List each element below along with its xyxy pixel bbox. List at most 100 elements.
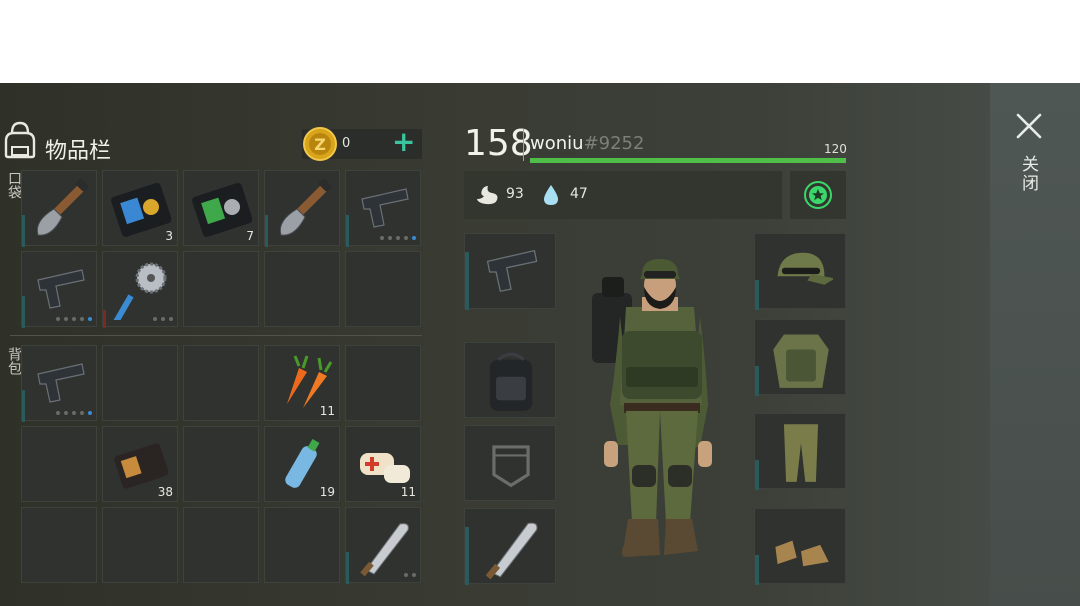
slot-durability-bar xyxy=(265,215,268,247)
machete-icon xyxy=(360,523,409,576)
equip-slot-camo-pants[interactable] xyxy=(754,413,846,490)
slot-durability-bar xyxy=(465,527,469,585)
slot-durability-bar xyxy=(755,460,759,490)
equip-slot-machete[interactable] xyxy=(464,508,556,585)
close-button[interactable] xyxy=(1014,111,1044,141)
ammo-dots xyxy=(56,317,92,321)
pocket-slot[interactable]: 3 xyxy=(102,170,178,246)
backpack-slot[interactable] xyxy=(102,507,178,583)
pocket-slot[interactable] xyxy=(264,170,340,247)
close-label[interactable]: 关闭 xyxy=(1016,155,1041,193)
backpack-slot[interactable] xyxy=(183,507,259,583)
slot-count: 7 xyxy=(246,229,254,243)
backpack-icon xyxy=(4,121,36,159)
svg-text:Z: Z xyxy=(314,135,326,154)
pocket-slot[interactable]: 7 xyxy=(183,170,259,246)
shovel-icon xyxy=(279,179,332,236)
backpack-slot[interactable] xyxy=(21,426,97,502)
pistol-icon xyxy=(37,269,85,309)
slot-count: 3 xyxy=(165,229,173,243)
player-name-line: woniu#9252 xyxy=(530,133,644,154)
backpack-slot[interactable] xyxy=(21,345,97,422)
backpack-slot[interactable]: 11 xyxy=(264,345,340,421)
camo-pants-icon xyxy=(783,424,819,482)
status-panel[interactable] xyxy=(790,171,846,219)
backpack-slot[interactable] xyxy=(183,426,259,502)
backpack-slot[interactable] xyxy=(183,345,259,421)
equip-slot-pocket-empty[interactable] xyxy=(464,425,556,501)
pistol-icon xyxy=(361,188,409,228)
backpack-slot[interactable] xyxy=(345,507,421,584)
close-panel: 关闭 xyxy=(990,83,1080,606)
upgrade-dots xyxy=(153,317,173,321)
coin-icon: Z xyxy=(303,127,337,161)
slot-durability-bar xyxy=(465,252,469,310)
backpack-slot[interactable] xyxy=(264,507,340,583)
water-value: 47 xyxy=(570,186,588,202)
close-icon xyxy=(1016,113,1042,139)
equip-slot-camo-cap[interactable] xyxy=(754,233,846,310)
backpack-slot[interactable]: 11 xyxy=(345,426,421,502)
slot-durability-bar xyxy=(103,310,106,328)
slot-count: 11 xyxy=(319,404,335,418)
food-value: 93 xyxy=(506,186,524,202)
star-badge-icon xyxy=(804,181,832,209)
pocket-slot[interactable] xyxy=(102,251,178,328)
saw-club-icon xyxy=(113,262,167,320)
slot-count: 11 xyxy=(400,485,416,499)
police-badge-icon xyxy=(111,182,171,237)
player-tag: #9252 xyxy=(583,133,645,154)
xp-bar-fill xyxy=(530,158,846,163)
slot-count: 38 xyxy=(157,485,173,499)
slot-durability-bar xyxy=(22,215,25,247)
coin-bar: Z 0 + xyxy=(302,125,422,161)
add-coins-button[interactable]: + xyxy=(392,125,415,158)
vitals-panel: 93 47 xyxy=(464,171,782,219)
pistol-icon xyxy=(486,249,538,292)
id-badge-icon xyxy=(192,182,252,237)
pocket-slot[interactable] xyxy=(345,251,421,327)
pocket-slot[interactable] xyxy=(21,251,97,328)
backpack-slot[interactable]: 38 xyxy=(102,426,178,502)
character-avatar xyxy=(592,259,712,557)
pocket-slot[interactable] xyxy=(345,170,421,247)
slot-durability-bar xyxy=(22,296,25,328)
backpack-slot[interactable]: 19 xyxy=(264,426,340,502)
machete-icon xyxy=(485,522,538,579)
ammo-dots xyxy=(380,236,416,240)
slot-durability-bar xyxy=(22,390,25,422)
camo-cap-icon xyxy=(777,252,833,285)
pocket-slot[interactable] xyxy=(21,170,97,247)
equip-slot-boots[interactable] xyxy=(754,508,846,585)
level-divider xyxy=(523,129,524,161)
game-screen: 关闭 物品栏 Z 0 + 口袋 背包 3 7 11 38 19 11 158 woniu#… xyxy=(0,83,1080,606)
player-name: woniu xyxy=(530,133,584,154)
slot-count: 19 xyxy=(319,485,335,499)
backpack-slot[interactable] xyxy=(102,345,178,421)
stomach-icon xyxy=(477,186,498,205)
upgrade-dots xyxy=(404,573,416,577)
inventory-title: 物品栏 xyxy=(45,139,112,164)
shovel-icon xyxy=(36,179,89,236)
coin-count: 0 xyxy=(342,136,351,151)
equip-slot-body-armor[interactable] xyxy=(754,319,846,396)
backpack-slot[interactable] xyxy=(345,345,421,421)
equip-slot-backpack[interactable] xyxy=(464,342,556,418)
pocket-slot[interactable] xyxy=(183,251,259,327)
slot-durability-bar xyxy=(755,366,759,396)
water-drop-icon xyxy=(544,185,558,205)
ammo-dots xyxy=(56,411,92,415)
slot-durability-bar xyxy=(346,215,349,247)
boots-icon xyxy=(775,540,829,567)
xp-value: 120 xyxy=(824,142,847,156)
backpack-icon xyxy=(489,352,533,411)
slot-durability-bar xyxy=(346,552,349,584)
body-armor-icon xyxy=(773,334,829,388)
slot-durability-bar xyxy=(755,280,759,310)
equip-slot-pistol[interactable] xyxy=(464,233,556,310)
section-divider xyxy=(10,335,422,336)
pocket-empty-icon xyxy=(492,445,530,488)
pocket-slot[interactable] xyxy=(264,251,340,327)
backpack-slot[interactable] xyxy=(21,507,97,583)
slot-durability-bar xyxy=(755,555,759,585)
